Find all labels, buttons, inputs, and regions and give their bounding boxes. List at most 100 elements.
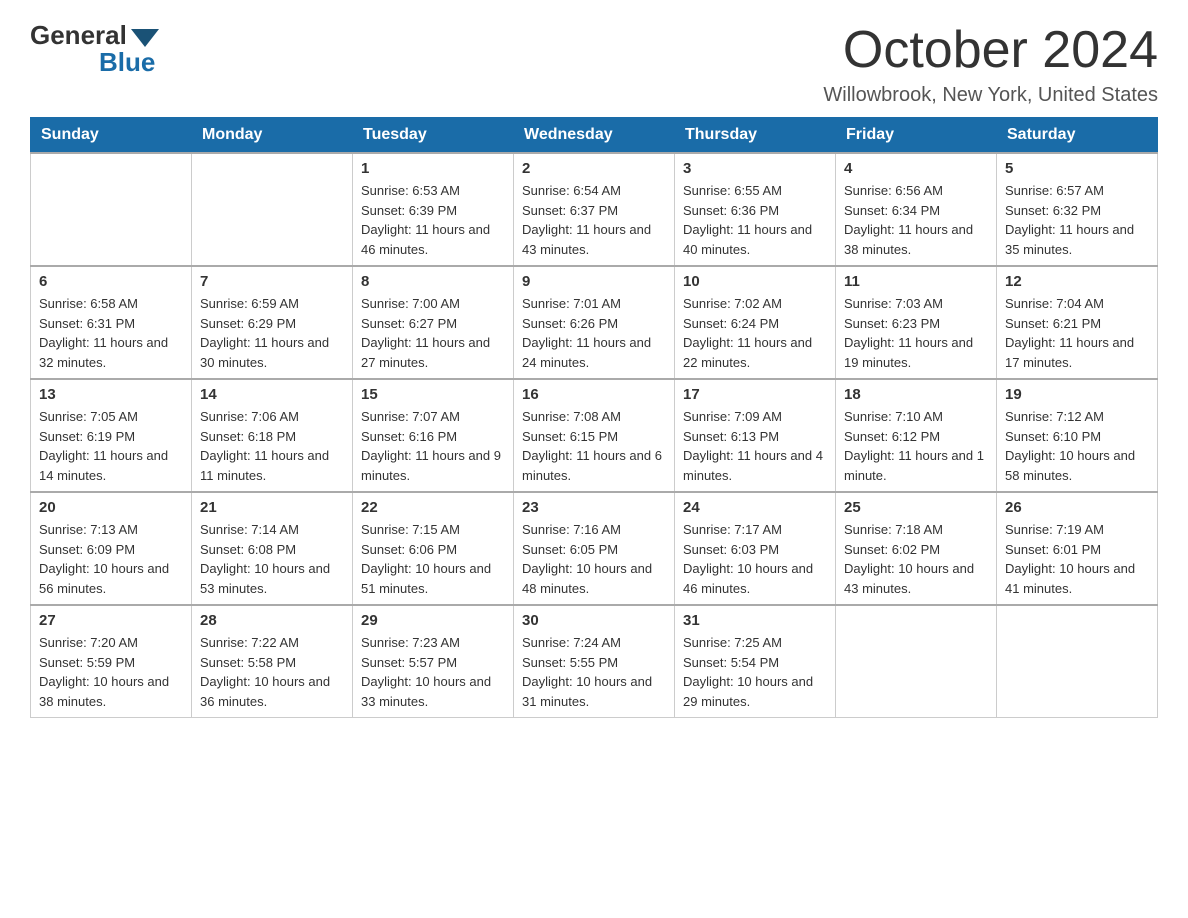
day-number: 25 <box>844 499 988 516</box>
calendar-cell <box>836 605 997 718</box>
day-number: 31 <box>683 612 827 629</box>
day-info: Sunrise: 7:02 AMSunset: 6:24 PMDaylight:… <box>683 294 827 372</box>
calendar-cell: 10 Sunrise: 7:02 AMSunset: 6:24 PMDayligh… <box>675 266 836 379</box>
day-of-week-header: Tuesday <box>353 118 514 154</box>
calendar-cell: 13Sunrise: 7:05 AMSunset: 6:19 PMDayligh… <box>31 379 192 492</box>
day-info: Sunrise: 7:23 AMSunset: 5:57 PMDaylight:… <box>361 633 505 711</box>
day-number: 2 <box>522 160 666 177</box>
day-info: Sunrise: 7:20 AMSunset: 5:59 PMDaylight:… <box>39 633 183 711</box>
calendar-cell: 3 Sunrise: 6:55 AMSunset: 6:36 PMDaylight… <box>675 153 836 266</box>
day-number: 21 <box>200 499 344 516</box>
calendar-table: SundayMondayTuesdayWednesdayThursdayFrid… <box>30 117 1158 718</box>
day-number: 11 <box>844 273 988 290</box>
day-number: 29 <box>361 612 505 629</box>
day-number: 28 <box>200 612 344 629</box>
calendar-week-row: 13Sunrise: 7:05 AMSunset: 6:19 PMDayligh… <box>31 379 1158 492</box>
day-number: 22 <box>361 499 505 516</box>
day-of-week-header: Friday <box>836 118 997 154</box>
calendar-week-row: 20 Sunrise: 7:13 AMSunset: 6:09 PMDayligh… <box>31 492 1158 605</box>
day-info: Sunrise: 6:55 AMSunset: 6:36 PMDaylight:… <box>683 181 827 259</box>
day-number: 4 <box>844 160 988 177</box>
day-number: 10 <box>683 273 827 290</box>
day-info: Sunrise: 7:09 AMSunset: 6:13 PMDaylight:… <box>683 407 827 485</box>
day-of-week-header: Saturday <box>997 118 1158 154</box>
calendar-cell: 21 Sunrise: 7:14 AMSunset: 6:08 PMDayligh… <box>192 492 353 605</box>
day-info: Sunrise: 7:14 AMSunset: 6:08 PMDaylight:… <box>200 520 344 598</box>
day-number: 18 <box>844 386 988 403</box>
calendar-cell: 14 Sunrise: 7:06 AMSunset: 6:18 PMDayligh… <box>192 379 353 492</box>
day-info: Sunrise: 6:57 AMSunset: 6:32 PMDaylight:… <box>1005 181 1149 259</box>
calendar-cell: 22 Sunrise: 7:15 AMSunset: 6:06 PMDayligh… <box>353 492 514 605</box>
day-number: 16 <box>522 386 666 403</box>
day-info: Sunrise: 7:22 AMSunset: 5:58 PMDaylight:… <box>200 633 344 711</box>
day-number: 30 <box>522 612 666 629</box>
calendar-cell: 4 Sunrise: 6:56 AMSunset: 6:34 PMDaylight… <box>836 153 997 266</box>
day-number: 12 <box>1005 273 1149 290</box>
logo: General Blue <box>30 20 159 78</box>
day-number: 19 <box>1005 386 1149 403</box>
calendar-cell: 2 Sunrise: 6:54 AMSunset: 6:37 PMDaylight… <box>514 153 675 266</box>
day-info: Sunrise: 7:16 AMSunset: 6:05 PMDaylight:… <box>522 520 666 598</box>
calendar-cell: 28 Sunrise: 7:22 AMSunset: 5:58 PMDayligh… <box>192 605 353 718</box>
day-info: Sunrise: 7:17 AMSunset: 6:03 PMDaylight:… <box>683 520 827 598</box>
calendar-week-row: 1 Sunrise: 6:53 AMSunset: 6:39 PMDaylight… <box>31 153 1158 266</box>
calendar-cell: 30 Sunrise: 7:24 AMSunset: 5:55 PMDayligh… <box>514 605 675 718</box>
calendar-header-row: SundayMondayTuesdayWednesdayThursdayFrid… <box>31 118 1158 154</box>
day-info: Sunrise: 6:59 AMSunset: 6:29 PMDaylight:… <box>200 294 344 372</box>
day-number: 24 <box>683 499 827 516</box>
day-info: Sunrise: 6:56 AMSunset: 6:34 PMDaylight:… <box>844 181 988 259</box>
calendar-location: Willowbrook, New York, United States <box>823 84 1158 107</box>
title-area: October 2024 Willowbrook, New York, Unit… <box>823 20 1158 107</box>
logo-arrow-icon <box>131 29 159 47</box>
calendar-cell <box>997 605 1158 718</box>
calendar-cell: 23Sunrise: 7:16 AMSunset: 6:05 PMDayligh… <box>514 492 675 605</box>
calendar-cell: 19Sunrise: 7:12 AMSunset: 6:10 PMDayligh… <box>997 379 1158 492</box>
day-info: Sunrise: 7:10 AMSunset: 6:12 PMDaylight:… <box>844 407 988 485</box>
calendar-cell: 12Sunrise: 7:04 AMSunset: 6:21 PMDayligh… <box>997 266 1158 379</box>
day-info: Sunrise: 7:06 AMSunset: 6:18 PMDaylight:… <box>200 407 344 485</box>
day-number: 9 <box>522 273 666 290</box>
day-info: Sunrise: 6:54 AMSunset: 6:37 PMDaylight:… <box>522 181 666 259</box>
day-of-week-header: Wednesday <box>514 118 675 154</box>
day-info: Sunrise: 7:01 AMSunset: 6:26 PMDaylight:… <box>522 294 666 372</box>
calendar-cell <box>31 153 192 266</box>
calendar-week-row: 6 Sunrise: 6:58 AMSunset: 6:31 PMDaylight… <box>31 266 1158 379</box>
calendar-cell: 7 Sunrise: 6:59 AMSunset: 6:29 PMDaylight… <box>192 266 353 379</box>
day-info: Sunrise: 7:13 AMSunset: 6:09 PMDaylight:… <box>39 520 183 598</box>
day-info: Sunrise: 7:24 AMSunset: 5:55 PMDaylight:… <box>522 633 666 711</box>
day-info: Sunrise: 7:18 AMSunset: 6:02 PMDaylight:… <box>844 520 988 598</box>
day-number: 20 <box>39 499 183 516</box>
day-number: 8 <box>361 273 505 290</box>
calendar-cell <box>192 153 353 266</box>
calendar-cell: 29 Sunrise: 7:23 AMSunset: 5:57 PMDayligh… <box>353 605 514 718</box>
day-of-week-header: Monday <box>192 118 353 154</box>
calendar-cell: 15Sunrise: 7:07 AMSunset: 6:16 PMDayligh… <box>353 379 514 492</box>
calendar-cell: 8Sunrise: 7:00 AMSunset: 6:27 PMDaylight… <box>353 266 514 379</box>
day-info: Sunrise: 7:15 AMSunset: 6:06 PMDaylight:… <box>361 520 505 598</box>
calendar-cell: 26 Sunrise: 7:19 AMSunset: 6:01 PMDayligh… <box>997 492 1158 605</box>
day-number: 1 <box>361 160 505 177</box>
day-number: 26 <box>1005 499 1149 516</box>
calendar-cell: 17 Sunrise: 7:09 AMSunset: 6:13 PMDayligh… <box>675 379 836 492</box>
day-number: 14 <box>200 386 344 403</box>
day-info: Sunrise: 6:58 AMSunset: 6:31 PMDaylight:… <box>39 294 183 372</box>
calendar-cell: 9 Sunrise: 7:01 AMSunset: 6:26 PMDaylight… <box>514 266 675 379</box>
calendar-cell: 11Sunrise: 7:03 AMSunset: 6:23 PMDayligh… <box>836 266 997 379</box>
calendar-week-row: 27Sunrise: 7:20 AMSunset: 5:59 PMDayligh… <box>31 605 1158 718</box>
day-number: 17 <box>683 386 827 403</box>
day-number: 5 <box>1005 160 1149 177</box>
calendar-cell: 6 Sunrise: 6:58 AMSunset: 6:31 PMDaylight… <box>31 266 192 379</box>
day-of-week-header: Thursday <box>675 118 836 154</box>
logo-blue-text: Blue <box>99 47 155 78</box>
calendar-cell: 16 Sunrise: 7:08 AMSunset: 6:15 PMDayligh… <box>514 379 675 492</box>
calendar-title: October 2024 <box>823 20 1158 80</box>
day-number: 3 <box>683 160 827 177</box>
day-number: 7 <box>200 273 344 290</box>
day-info: Sunrise: 7:07 AMSunset: 6:16 PMDaylight:… <box>361 407 505 485</box>
calendar-cell: 1 Sunrise: 6:53 AMSunset: 6:39 PMDaylight… <box>353 153 514 266</box>
day-info: Sunrise: 7:08 AMSunset: 6:15 PMDaylight:… <box>522 407 666 485</box>
day-info: Sunrise: 7:19 AMSunset: 6:01 PMDaylight:… <box>1005 520 1149 598</box>
day-info: Sunrise: 6:53 AMSunset: 6:39 PMDaylight:… <box>361 181 505 259</box>
day-number: 6 <box>39 273 183 290</box>
calendar-cell: 24 Sunrise: 7:17 AMSunset: 6:03 PMDayligh… <box>675 492 836 605</box>
